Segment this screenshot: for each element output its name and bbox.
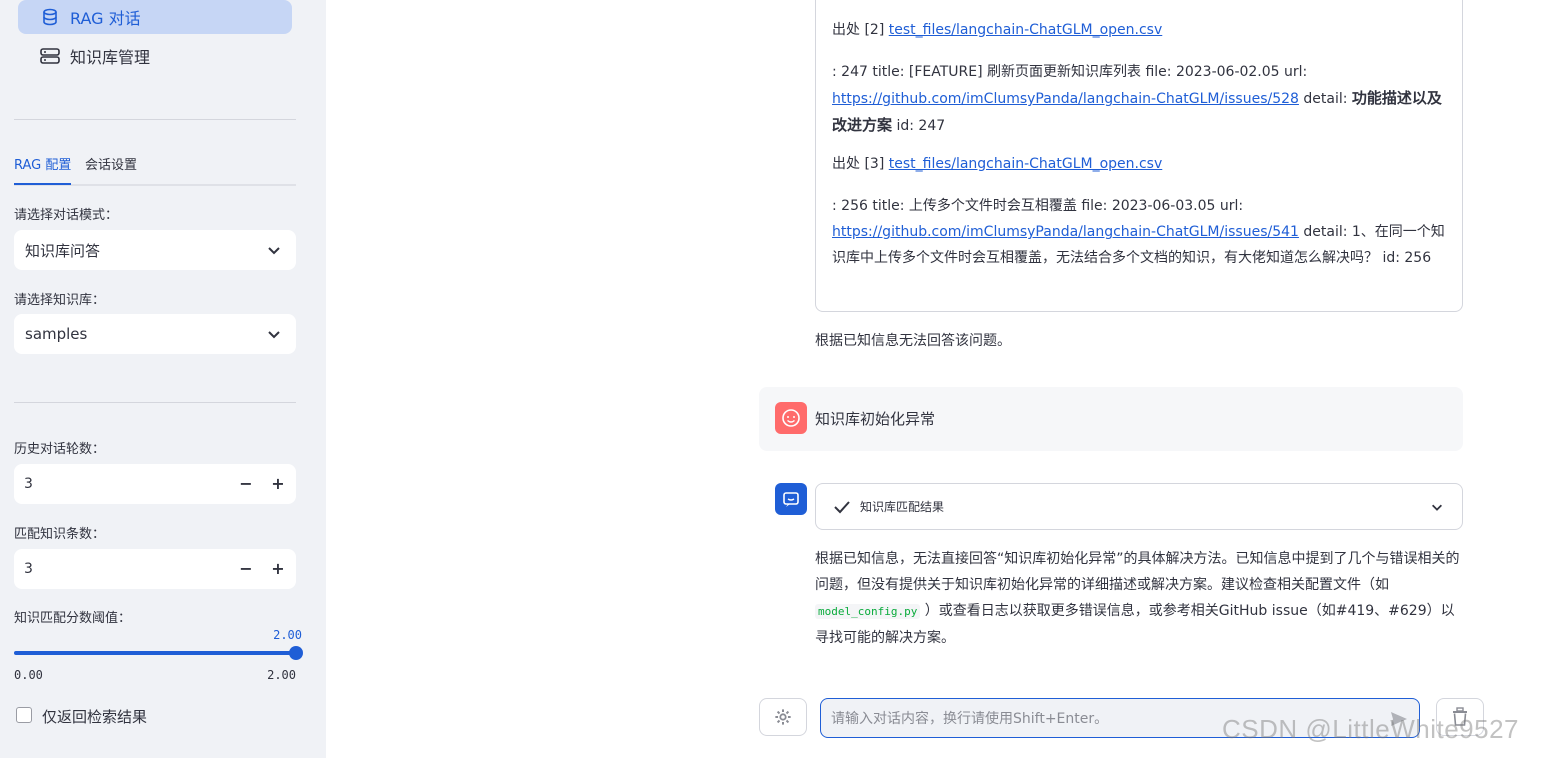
reference-3-source: 出处 [3] test_files/langchain-ChatGLM_open… [832,151,1452,177]
answer-2-text-part1: 根据已知信息，无法直接回答“知识库初始化异常”的具体解决方法。已知信息中提到了几… [815,551,1460,593]
kb-select[interactable]: samples [14,314,296,354]
nav-item-label: 知识库管理 [70,48,151,67]
database-icon [40,7,60,27]
chevron-down-icon [1432,504,1442,511]
kb-label: 请选择知识库： [14,293,106,308]
reference-3-body: : 256 title: 上传多个文件时会互相覆盖 file: 2023-06-… [832,198,1244,214]
threshold-max: 2.00 [267,668,296,682]
server-icon [40,46,60,66]
tab-rag-config[interactable]: RAG 配置 [14,154,72,185]
tab-session-settings[interactable]: 会话设置 [85,154,137,183]
threshold-current-value: 2.00 [273,628,302,642]
reference-3-url[interactable]: https://github.com/imClumsyPanda/langcha… [832,224,1299,240]
assistant-avatar [775,483,807,515]
chevron-down-icon [268,247,280,255]
match-count-stepper[interactable]: 3 − + [14,549,296,589]
chat-input-placeholder: 请输入对话内容，换行请使用Shift+Enter。 [831,711,1109,727]
kb-select-value: samples [25,325,88,343]
reference-2-source: 出处 [2] test_files/langchain-ChatGLM_open… [832,17,1452,43]
smiley-icon [782,409,800,427]
reference-2-detail-label: detail: [1298,91,1352,107]
history-decrement-button[interactable]: − [236,474,256,494]
assistant-answer-2: 根据已知信息，无法直接回答“知识库初始化异常”的具体解决方法。已知信息中提到了几… [815,546,1460,651]
assistant-answer-1: 根据已知信息无法回答该问题。 [815,333,1011,349]
answer-2-inline-code: model_config.py [815,604,921,619]
match-count-decrement-button[interactable]: − [236,559,256,579]
reference-3-content: : 256 title: 上传多个文件时会互相覆盖 file: 2023-06-… [832,193,1452,271]
sidebar: RAG 对话 知识库管理 RAG 配置 会话设置 请选择对话模式： 知识库问答 … [0,0,326,758]
history-label: 历史对话轮数： [14,442,106,457]
reference-2-body: : 247 title: [FEATURE] 刷新页面更新知识库列表 file:… [832,64,1308,80]
reference-2-prefix: 出处 [2] [832,22,885,38]
threshold-label: 知识匹配分数阈值： [14,611,132,626]
threshold-slider-thumb[interactable] [289,646,303,660]
reference-2-id: id: 247 [892,118,946,134]
nav-item-label: RAG 对话 [70,9,141,28]
history-value: 3 [24,476,33,492]
user-avatar [775,402,807,434]
reference-2-url[interactable]: https://github.com/imClumsyPanda/langcha… [832,91,1299,107]
chat-bot-icon [783,492,799,507]
config-tabs: RAG 配置 会话设置 [14,150,296,186]
match-count-value: 3 [24,561,33,577]
sidebar-divider [14,402,296,403]
history-stepper[interactable]: 3 − + [14,464,296,504]
nav-item-kb-management[interactable]: 知识库管理 [18,39,292,73]
mode-select-value: 知识库问答 [25,241,101,260]
reference-3-prefix: 出处 [3] [832,156,885,172]
history-increment-button[interactable]: + [268,474,288,494]
gear-icon [775,709,791,725]
user-message-text: 知识库初始化异常 [815,410,936,428]
retrieval-only-checkbox[interactable] [16,707,32,723]
reference-2-content: : 247 title: [FEATURE] 刷新页面更新知识库列表 file:… [832,59,1452,139]
sidebar-divider [14,119,296,120]
retrieval-only-label: 仅返回检索结果 [42,708,148,726]
threshold-slider-track[interactable] [14,651,296,655]
watermark: CSDN @LittleWhite9527 [1222,714,1520,744]
reference-2-link[interactable]: test_files/langchain-ChatGLM_open.csv [889,22,1163,38]
nav-item-rag-chat[interactable]: RAG 对话 [18,0,292,34]
match-count-label: 匹配知识条数： [14,527,106,542]
chevron-down-icon [268,331,280,339]
reference-3-link[interactable]: test_files/langchain-ChatGLM_open.csv [889,156,1163,172]
mode-select[interactable]: 知识库问答 [14,230,296,270]
match-count-increment-button[interactable]: + [268,559,288,579]
kb-match-expander-label: 知识库匹配结果 [860,500,945,514]
threshold-min: 0.00 [14,668,43,682]
mode-label: 请选择对话模式： [14,208,119,223]
settings-button[interactable] [759,698,807,736]
check-icon [834,501,850,514]
